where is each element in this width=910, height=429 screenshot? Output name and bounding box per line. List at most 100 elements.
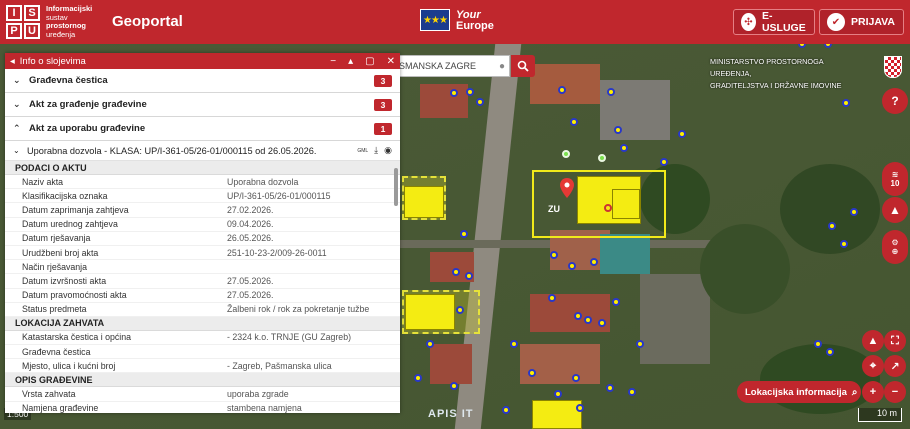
location-pin-icon[interactable]	[560, 178, 574, 198]
address-point[interactable]	[414, 374, 422, 382]
org-name: Informacijski sustav prostornog uređenja	[46, 4, 93, 39]
section-gradevna-cestica[interactable]: ⌄ Građevna čestica 3	[5, 69, 400, 93]
zoom-in-button[interactable]: +	[862, 381, 884, 403]
panel-title: Info o slojevima	[19, 55, 86, 67]
clear-search-icon[interactable]: ●	[499, 61, 505, 72]
close-icon[interactable]: ✕	[387, 56, 395, 67]
chevron-down-icon: ⌄	[13, 75, 21, 85]
address-point[interactable]	[456, 306, 464, 314]
table-row: Način rješavanja	[5, 260, 400, 275]
address-point[interactable]	[452, 268, 460, 276]
eu-flag-icon[interactable]: ★★★	[420, 9, 450, 31]
tree	[700, 224, 790, 314]
address-point[interactable]	[606, 384, 614, 392]
address-point[interactable]	[576, 404, 584, 412]
address-point-green[interactable]	[598, 154, 606, 162]
maximize-icon[interactable]: ▢	[365, 56, 374, 67]
prijava-button[interactable]: ✔ PRIJAVA	[819, 9, 904, 35]
count-badge: 3	[374, 74, 392, 87]
help-button[interactable]: ?	[882, 88, 908, 114]
address-point[interactable]	[678, 130, 686, 138]
address-point[interactable]	[660, 158, 668, 166]
address-point[interactable]	[826, 348, 834, 356]
selected-building[interactable]	[612, 189, 640, 219]
table-row: Katastarska čestica i općina - 2324 k.o. …	[5, 331, 400, 346]
uporabna-dozvola-item[interactable]: ⌄ Uporabna dozvola - KLASA: UP/I-361-05/…	[5, 141, 400, 161]
address-point[interactable]	[840, 240, 848, 248]
address-point[interactable]	[584, 316, 592, 324]
search-button[interactable]	[511, 55, 535, 77]
ruler-icon: ↗	[890, 360, 900, 373]
address-point[interactable]	[502, 406, 510, 414]
building-highlight[interactable]	[404, 186, 444, 218]
address-point[interactable]	[476, 98, 484, 106]
my-location-button[interactable]: ⌖	[862, 355, 884, 377]
address-point[interactable]	[466, 88, 474, 96]
tools-button[interactable]: ▲	[882, 197, 908, 223]
address-point[interactable]	[450, 89, 458, 97]
panel-scrollbar[interactable]	[394, 168, 398, 206]
minimize-icon[interactable]: −	[330, 56, 336, 67]
address-point[interactable]	[598, 319, 606, 327]
address-point[interactable]	[572, 374, 580, 382]
address-point[interactable]	[828, 222, 836, 230]
tree	[760, 344, 880, 414]
eye-icon[interactable]: ◉	[384, 145, 392, 156]
search-icon	[517, 60, 529, 72]
building-roof	[520, 344, 600, 384]
address-point[interactable]	[426, 340, 434, 348]
address-point[interactable]	[510, 340, 518, 348]
section-akt-za-gradenje[interactable]: ⌄ Akt za građenje građevine 3	[5, 93, 400, 117]
address-point[interactable]	[528, 369, 536, 377]
address-point[interactable]	[850, 208, 858, 216]
section-akt-za-uporabu[interactable]: ⌃ Akt za uporabu građevine 1	[5, 117, 400, 141]
address-point[interactable]	[607, 88, 615, 96]
address-point[interactable]	[550, 251, 558, 259]
panel-header[interactable]: ◂ Info o slojevima − ▴ ▢ ✕	[5, 53, 400, 69]
fullscreen-icon: ⛶	[891, 334, 899, 347]
address-point[interactable]	[842, 99, 850, 107]
isp-logo[interactable]: I S P U	[6, 5, 40, 39]
globe-icon: ✣	[741, 13, 756, 31]
building-highlight[interactable]	[532, 400, 582, 429]
address-point[interactable]	[568, 262, 576, 270]
search-input[interactable]: SMANSKA ZAGRE ●	[394, 55, 510, 77]
address-point[interactable]	[465, 272, 473, 280]
minus-icon: −	[891, 386, 899, 398]
table-row: Datum pravomoćnosti akta 27.05.2026.	[5, 289, 400, 303]
address-point[interactable]	[628, 388, 636, 396]
north-arrow-button[interactable]: ▲	[862, 330, 884, 352]
location-info-button[interactable]: Lokacijska informacija ⌕	[737, 381, 861, 403]
address-point[interactable]	[636, 340, 644, 348]
address-point[interactable]	[612, 298, 620, 306]
layers-button[interactable]: ≋ 10	[882, 162, 908, 196]
zoom-out-button[interactable]: −	[884, 381, 906, 403]
measure-button[interactable]: ↗	[884, 355, 906, 377]
address-point[interactable]	[574, 312, 582, 320]
settings-button[interactable]: ⚙ ⊕	[882, 230, 908, 264]
table-row: Vrsta zahvata uporaba zgrade	[5, 387, 400, 402]
address-point[interactable]	[824, 44, 832, 48]
address-point-green[interactable]	[562, 150, 570, 158]
address-point[interactable]	[614, 126, 622, 134]
table-row: Datum izvršnosti akta 27.05.2026.	[5, 274, 400, 289]
address-point[interactable]	[798, 44, 806, 48]
info-panel[interactable]: ◂ Info o slojevima − ▴ ▢ ✕ ⌄ Građevna če…	[5, 53, 400, 413]
address-point[interactable]	[548, 294, 556, 302]
address-point[interactable]	[814, 340, 822, 348]
address-point[interactable]	[460, 230, 468, 238]
your-europe-logo[interactable]: Your Europe	[456, 10, 494, 32]
address-point[interactable]	[450, 382, 458, 390]
address-point[interactable]	[620, 144, 628, 152]
building-highlight[interactable]	[405, 294, 455, 330]
download-icon[interactable]: ⤓	[374, 145, 378, 156]
address-point[interactable]	[558, 86, 566, 94]
address-point[interactable]	[570, 118, 578, 126]
e-usluge-button[interactable]: ✣ E-USLUGE	[733, 9, 815, 35]
fullscreen-button[interactable]: ⛶	[884, 330, 906, 352]
address-point[interactable]	[554, 390, 562, 398]
address-point[interactable]	[590, 258, 598, 266]
table-row: Urudžbeni broj akta 251-10-23-2/009-26-00…	[5, 246, 400, 261]
collapse-icon[interactable]: ▴	[348, 56, 353, 67]
chevron-up-icon: ⌃	[13, 123, 21, 133]
